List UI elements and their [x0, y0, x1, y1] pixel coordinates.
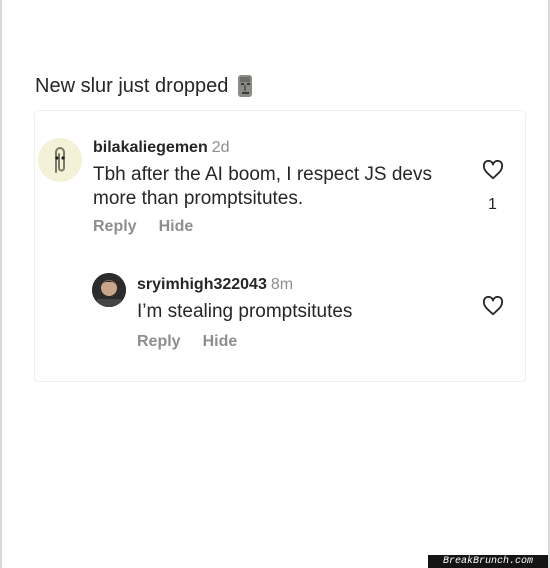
comment-username[interactable]: sryimhigh322043 8m	[137, 276, 293, 294]
comment-actions: Reply Hide	[137, 333, 237, 351]
comment-actions: Reply Hide	[93, 218, 193, 236]
commenter-avatar[interactable]	[38, 138, 82, 182]
like-heart-icon[interactable]	[482, 159, 504, 180]
comment-username[interactable]: bilakaliegemen 2d	[93, 139, 230, 157]
hide-button[interactable]: Hide	[203, 333, 238, 351]
comment-text: I’m stealing promptsitutes	[137, 301, 353, 322]
comment-text: Tbh after the AI boom, I respect JS devs…	[93, 164, 433, 209]
paperclip-icon	[38, 138, 82, 182]
comment-time: 2d	[211, 139, 230, 156]
left-border	[0, 0, 2, 568]
comment-time: 8m	[270, 276, 294, 293]
moai-icon	[236, 74, 254, 98]
reply-button[interactable]: Reply	[137, 333, 181, 351]
caption-text: New slur just dropped	[35, 74, 229, 97]
watermark: BreakBrunch.com	[428, 555, 548, 568]
username-text[interactable]: bilakaliegemen	[93, 139, 208, 156]
username-text[interactable]: sryimhigh322043	[137, 276, 267, 293]
post-caption: New slur just dropped	[35, 74, 254, 98]
hide-button[interactable]: Hide	[159, 218, 194, 236]
reply-button[interactable]: Reply	[93, 218, 137, 236]
like-heart-icon[interactable]	[482, 295, 504, 316]
profile-photo	[92, 273, 126, 307]
commenter-avatar[interactable]	[92, 273, 126, 307]
like-count: 1	[488, 196, 497, 213]
